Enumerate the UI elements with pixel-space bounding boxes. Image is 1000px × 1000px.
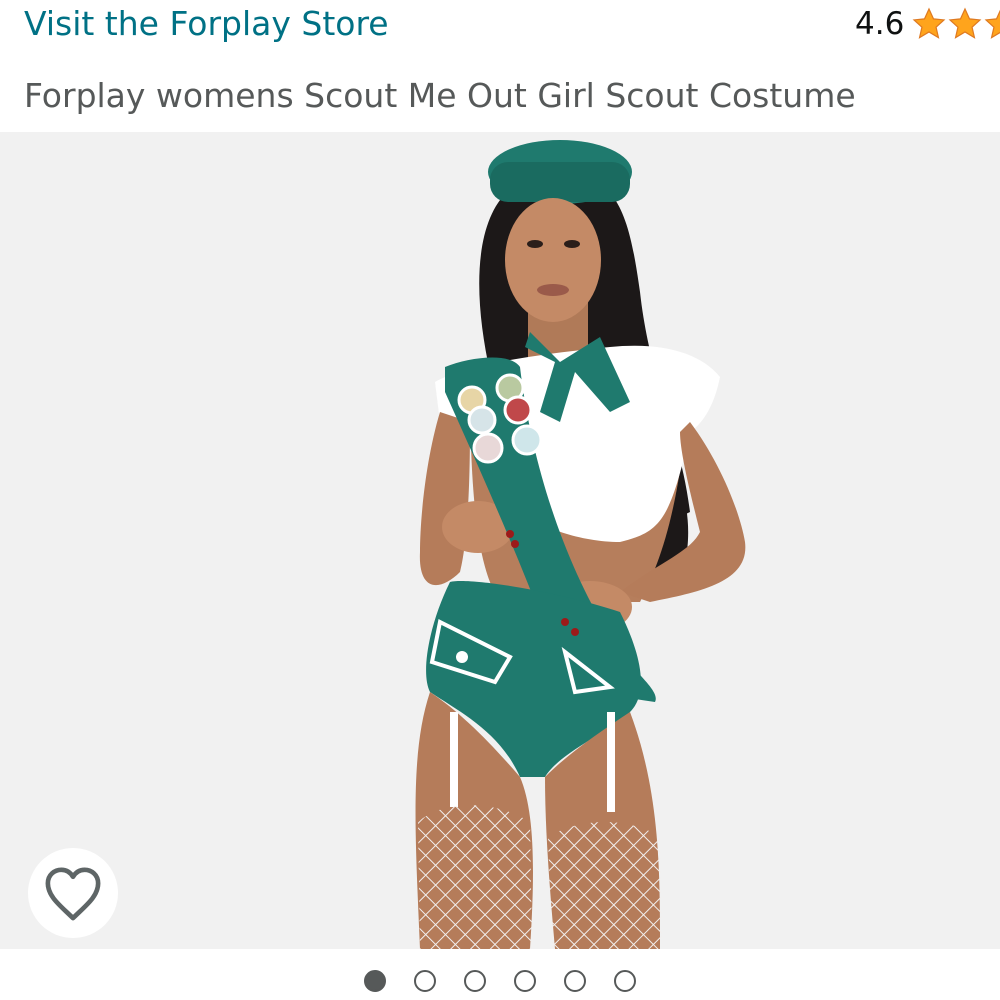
pagination-dot-3[interactable] [464,970,486,992]
star-icon [984,10,1000,39]
wishlist-button[interactable] [28,848,118,938]
rating-value: 4.6 [855,6,905,42]
pagination-dot-2[interactable] [414,970,436,992]
pagination-dot-5[interactable] [564,970,586,992]
image-pagination [0,962,1000,1000]
star-rating [910,6,1000,42]
pagination-dot-6[interactable] [614,970,636,992]
pagination-dot-1[interactable] [364,970,386,992]
product-image [415,140,746,949]
product-image-gallery[interactable] [0,132,1000,949]
visit-store-link[interactable]: Visit the Forplay Store [24,2,389,46]
star-icon [948,7,982,39]
star-icon [912,7,946,39]
pagination-dot-4[interactable] [514,970,536,992]
rating-summary[interactable]: 4.6 [855,2,1000,46]
product-title: Forplay womens Scout Me Out Girl Scout C… [24,76,856,115]
heart-icon [45,867,101,921]
